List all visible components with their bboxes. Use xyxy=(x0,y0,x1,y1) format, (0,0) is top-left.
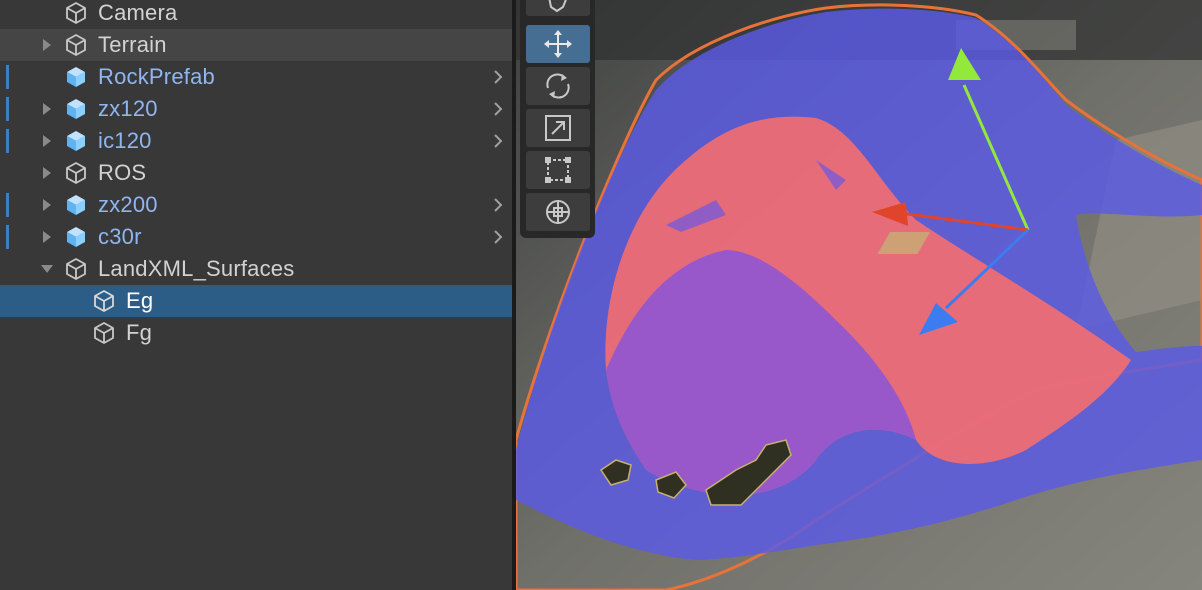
hierarchy-item-fg[interactable]: Fg xyxy=(0,317,512,349)
hierarchy-item-eg[interactable]: Eg xyxy=(0,285,512,317)
chevron-right-icon[interactable] xyxy=(492,133,504,149)
foldout-arrow-icon[interactable] xyxy=(40,134,54,148)
hierarchy-item-label: Camera xyxy=(98,0,178,25)
hierarchy-item-ros[interactable]: ROS xyxy=(0,157,512,189)
rect-tool-button[interactable] xyxy=(526,151,590,189)
hierarchy-item-zx200[interactable]: zx200 xyxy=(0,189,512,221)
prefab-override-marker xyxy=(6,65,9,89)
hierarchy-item-label: ROS xyxy=(98,160,147,185)
hierarchy-item-label: Eg xyxy=(126,288,154,313)
hierarchy-item-rockprefab[interactable]: RockPrefab xyxy=(0,61,512,93)
prefab-override-marker xyxy=(6,97,9,121)
chevron-right-icon[interactable] xyxy=(492,101,504,117)
scene-tool-palette xyxy=(520,0,595,238)
hierarchy-item-zx120[interactable]: zx120 xyxy=(0,93,512,125)
foldout-arrow-icon[interactable] xyxy=(40,166,54,180)
gameobject-icon xyxy=(66,162,86,184)
hierarchy-item-label: Terrain xyxy=(98,32,167,57)
hierarchy-item-camera[interactable]: Camera xyxy=(0,0,512,29)
transform-icon xyxy=(546,200,570,224)
foldout-arrow-icon[interactable] xyxy=(40,230,54,244)
hierarchy-item-terrain[interactable]: Terrain xyxy=(0,29,512,61)
hierarchy-item-ic120[interactable]: ic120 xyxy=(0,125,512,157)
gameobject-icon xyxy=(94,290,114,312)
hierarchy-item-c30r[interactable]: c30r xyxy=(0,221,512,253)
hierarchy-panel: Camera Terrain RockPrefab zx120 ic120 RO… xyxy=(0,0,512,590)
hierarchy-item-label: c30r xyxy=(98,224,142,249)
foldout-arrow-icon[interactable] xyxy=(40,198,54,212)
foldout-arrow-icon[interactable] xyxy=(40,102,54,116)
hierarchy-item-label: zx200 xyxy=(98,192,158,217)
hierarchy-item-label: zx120 xyxy=(98,96,158,121)
prefab-override-marker xyxy=(6,129,9,153)
gameobject-icon xyxy=(66,258,86,280)
scale-tool-button[interactable] xyxy=(526,109,590,147)
hierarchy-item-label: RockPrefab xyxy=(98,64,215,89)
prefab-override-marker xyxy=(6,193,9,217)
prefab-icon xyxy=(67,131,85,151)
gameobject-icon xyxy=(66,2,86,24)
hierarchy-item-label: Fg xyxy=(126,320,153,345)
prefab-override-marker xyxy=(6,225,9,249)
chevron-right-icon[interactable] xyxy=(492,229,504,245)
move-icon xyxy=(544,30,572,58)
prefab-icon xyxy=(67,195,85,215)
foldout-arrow-expanded-icon[interactable] xyxy=(40,262,54,276)
hand-icon xyxy=(548,0,567,13)
rotate-icon xyxy=(546,73,570,99)
prefab-icon xyxy=(67,227,85,247)
hierarchy-item-label: ic120 xyxy=(98,128,152,153)
foldout-arrow-icon[interactable] xyxy=(40,38,54,52)
prefab-icon xyxy=(67,67,85,87)
prefab-icon xyxy=(67,99,85,119)
chevron-right-icon[interactable] xyxy=(492,197,504,213)
scale-icon xyxy=(545,115,571,141)
rotate-tool-button[interactable] xyxy=(526,67,590,105)
scene-render[interactable] xyxy=(516,0,1202,590)
scene-view[interactable] xyxy=(516,0,1202,590)
transform-tool-button[interactable] xyxy=(526,193,590,231)
hierarchy-item-label: LandXML_Surfaces xyxy=(98,256,295,281)
gameobject-icon xyxy=(66,34,86,56)
move-tool-button[interactable] xyxy=(526,25,590,63)
rect-icon xyxy=(545,157,571,183)
hierarchy-item-landxml-surfaces[interactable]: LandXML_Surfaces xyxy=(0,253,512,285)
hand-tool-button[interactable] xyxy=(526,0,590,16)
gameobject-icon xyxy=(94,322,114,344)
chevron-right-icon[interactable] xyxy=(492,69,504,85)
